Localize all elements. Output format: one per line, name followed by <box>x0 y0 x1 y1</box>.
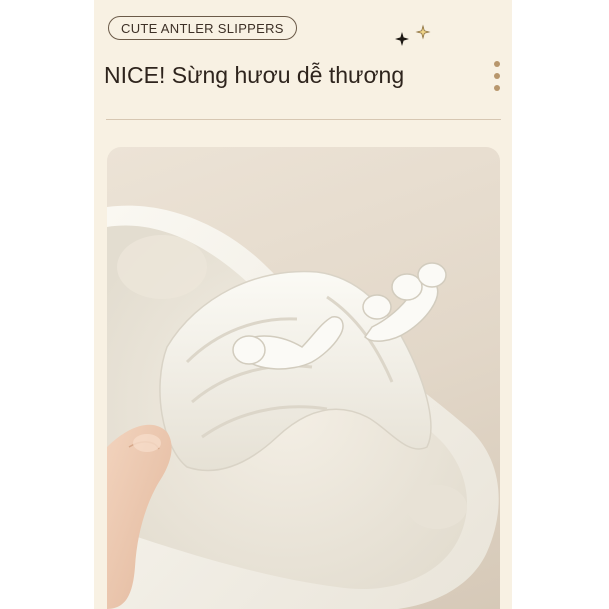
divider <box>106 119 501 120</box>
product-tag-label: CUTE ANTLER SLIPPERS <box>121 20 284 36</box>
product-photo <box>107 147 500 609</box>
slipper-illustration <box>107 205 499 609</box>
more-vertical-icon[interactable] <box>491 60 503 94</box>
sparkle-icon <box>392 24 434 48</box>
headline: NICE! Sừng hươu dễ thương <box>104 62 405 88</box>
product-tag: CUTE ANTLER SLIPPERS <box>108 16 297 40</box>
